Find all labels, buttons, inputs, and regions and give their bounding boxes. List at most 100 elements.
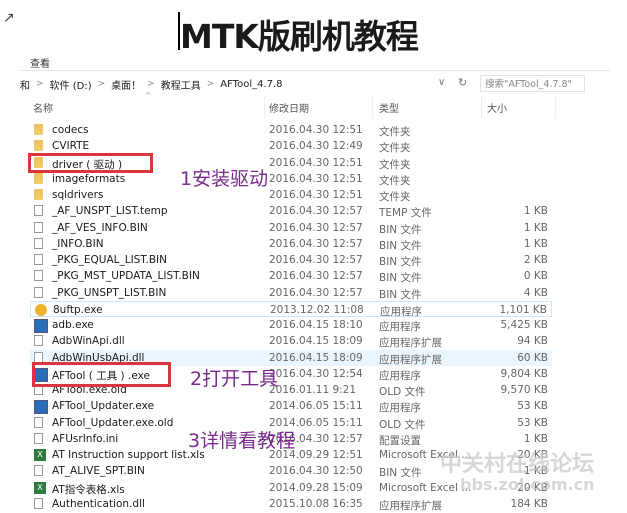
file-row[interactable]: imageformats 2016.04.30 12:51 文件夹 — [30, 171, 552, 187]
search-input[interactable]: 搜索"AFTool_4.7.8" — [480, 75, 585, 92]
menu-view[interactable]: 查看 — [30, 55, 50, 70]
file-date: 2016.01.11 9:21 — [269, 384, 357, 397]
file-size: 1 KB — [523, 205, 548, 218]
page-title: MTK版刷机教程 — [180, 17, 419, 56]
column-divider — [372, 96, 373, 118]
file-row[interactable]: AFTool_Updater.exe 2014.06.05 15:11 应用程序… — [30, 398, 552, 415]
file-row[interactable]: _AF_VES_INFO.BIN 2016.04.30 12:57 BIN 文件… — [30, 220, 552, 236]
breadcrumb-item[interactable]: 软件 (D:) — [50, 77, 92, 92]
folder-icon — [34, 140, 43, 152]
refresh-icon[interactable]: ↻ — [458, 76, 467, 89]
file-date: 2016.04.30 12:57 — [269, 237, 363, 250]
file-type: 应用程序扩展 — [379, 499, 442, 512]
file-name: _PKG_EQUAL_LIST.BIN — [52, 254, 167, 267]
mouse-cursor-icon: ↗ — [3, 10, 15, 26]
file-size: 53 KB — [517, 416, 548, 429]
file-size: 4 KB — [523, 286, 548, 299]
file-row[interactable]: 8uftp.exe 2013.12.02 11:08 应用程序 1,101 KB — [30, 300, 552, 318]
file-name: AFTool_Updater.exe.old — [52, 416, 174, 429]
file-type: 配置设置 — [379, 434, 421, 447]
file-size: 0 KB — [523, 270, 548, 283]
file-type: BIN 文件 — [379, 239, 422, 252]
watermark-url: bbs.zol.com.cn — [460, 475, 595, 494]
file-date: 2016.04.15 18:09 — [269, 351, 363, 364]
file-size: 1 KB — [523, 432, 548, 445]
file-row[interactable]: _PKG_UNSPT_LIST.BIN 2016.04.30 12:57 BIN… — [30, 285, 552, 301]
column-header-type[interactable]: 类型 — [379, 100, 399, 115]
file-type: 应用程序 — [379, 369, 421, 382]
file-date: 2016.04.30 12:54 — [269, 367, 363, 380]
file-name: AT Instruction support list.xls — [52, 449, 205, 462]
divider — [20, 70, 610, 71]
file-name: Authentication.dll — [52, 497, 145, 510]
file-name: AFUsrInfo.ini — [52, 432, 119, 445]
column-header-date[interactable]: 修改日期 — [269, 100, 309, 115]
breadcrumb-item[interactable]: 桌面！ — [111, 77, 141, 92]
file-date: 2014.09.28 15:09 — [269, 481, 363, 494]
file-row[interactable]: _INFO.BIN 2016.04.30 12:57 BIN 文件 1 KB — [30, 236, 552, 252]
highlight-box-aftool — [32, 362, 171, 387]
xls-icon: X — [34, 449, 46, 462]
annotation-step-1: 1安装驱动 — [180, 168, 269, 190]
column-header-size[interactable]: 大小 — [487, 100, 507, 115]
file-date: 2014.06.05 15:11 — [269, 400, 363, 413]
file-type: TEMP 文件 — [379, 207, 432, 220]
column-header-name[interactable]: 名称 — [33, 100, 53, 115]
column-divider — [555, 96, 556, 118]
file-name: AT指令表格.xls — [52, 483, 125, 496]
file-date: 2016.04.30 12:57 — [269, 286, 363, 299]
file-row[interactable]: adb.exe 2016.04.15 18:10 应用程序 5,425 KB — [30, 317, 552, 334]
file-type: BIN 文件 — [379, 223, 422, 236]
file-name: _PKG_MST_UPDATA_LIST.BIN — [52, 270, 200, 283]
file-row[interactable]: codecs 2016.04.30 12:51 文件夹 — [30, 122, 552, 138]
folder-icon — [34, 172, 43, 184]
file-row[interactable]: CVIRTE 2016.04.30 12:49 文件夹 — [30, 138, 552, 154]
annotation-step-3: 3详情看教程 — [188, 430, 296, 452]
file-row[interactable]: AdbWinApi.dll 2016.04.15 18:09 应用程序扩展 94… — [30, 333, 552, 349]
gear-icon — [35, 303, 47, 316]
file-icon — [34, 270, 43, 282]
file-size: 9,570 KB — [500, 384, 549, 397]
breadcrumb[interactable]: 和 > 软件 (D:) > 桌面！ > 教程工具 > AFTool_4.7.8 — [20, 76, 471, 92]
file-row[interactable]: _AF_UNSPT_LIST.temp 2016.04.30 12:57 TEM… — [30, 203, 552, 219]
file-size: 184 KB — [510, 497, 548, 510]
file-type: OLD 文件 — [379, 418, 426, 431]
file-row[interactable]: Authentication.dll 2015.10.08 16:35 应用程序… — [30, 496, 552, 512]
file-name: CVIRTE — [52, 140, 90, 153]
highlight-box-driver — [28, 153, 153, 173]
file-type: 文件夹 — [379, 158, 411, 171]
file-name: 8uftp.exe — [53, 303, 103, 316]
file-size: 2 KB — [523, 254, 548, 267]
file-date: 2016.04.15 18:10 — [269, 319, 363, 332]
file-row[interactable]: _PKG_MST_UPDATA_LIST.BIN 2016.04.30 12:5… — [30, 268, 552, 284]
file-type: 文件夹 — [379, 191, 411, 204]
file-type: 应用程序扩展 — [379, 337, 442, 350]
breadcrumb-item[interactable]: 教程工具 — [161, 77, 201, 92]
chevron-right-icon: > — [147, 79, 155, 89]
file-type: 应用程序 — [379, 321, 421, 334]
xls-icon: X — [34, 481, 46, 494]
file-date: 2016.04.30 12:50 — [269, 465, 363, 478]
file-name: AT_ALIVE_SPT.BIN — [52, 465, 145, 478]
chevron-down-icon[interactable]: ∨ — [438, 77, 445, 88]
file-name: AFTool_Updater.exe — [52, 400, 155, 413]
file-row[interactable]: _PKG_EQUAL_LIST.BIN 2016.04.30 12:57 BIN… — [30, 252, 552, 268]
file-icon — [34, 351, 43, 363]
column-divider — [481, 96, 482, 118]
file-size: 53 KB — [517, 400, 548, 413]
file-date: 2016.04.30 12:49 — [269, 140, 363, 153]
file-row[interactable]: sqldrivers 2016.04.30 12:51 文件夹 — [30, 187, 552, 203]
file-icon — [34, 254, 43, 266]
file-date: 2016.04.30 12:57 — [269, 270, 363, 283]
annotation-step-2: 2打开工具 — [190, 368, 279, 390]
file-type: BIN 文件 — [379, 272, 422, 285]
file-size: 9,804 KB — [500, 367, 549, 380]
chevron-right-icon: > — [97, 79, 106, 89]
breadcrumb-item[interactable]: 和 — [20, 77, 30, 92]
breadcrumb-item[interactable]: AFTool_4.7.8 — [220, 79, 282, 90]
folder-icon — [34, 189, 43, 201]
file-size: 94 KB — [517, 335, 548, 348]
file-date: 2016.04.30 12:51 — [269, 189, 363, 202]
folder-icon — [34, 124, 43, 135]
file-icon — [34, 416, 43, 428]
